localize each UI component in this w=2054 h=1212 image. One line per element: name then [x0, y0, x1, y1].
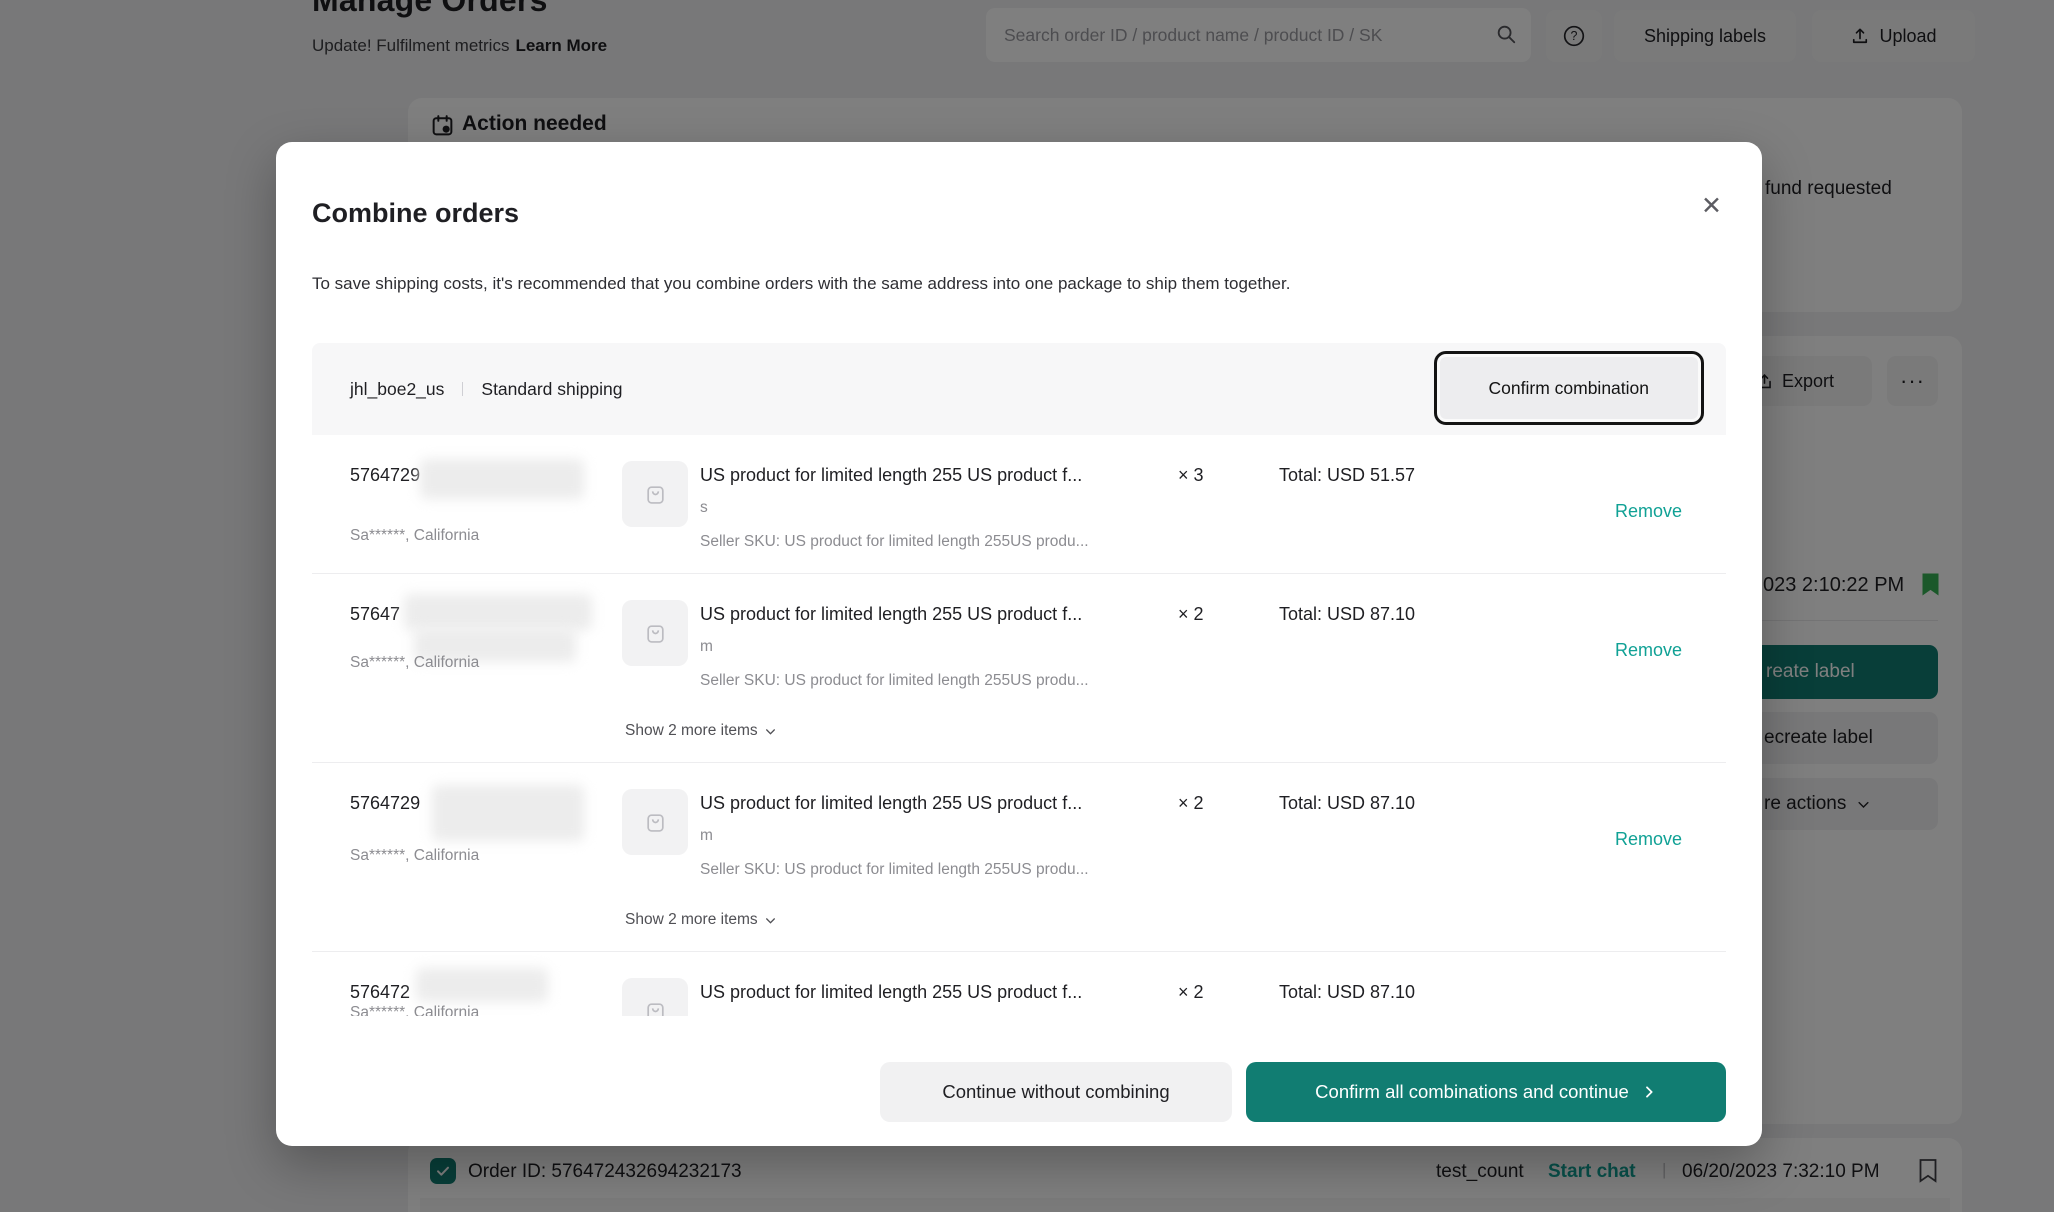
bag-icon	[642, 998, 669, 1017]
bag-icon	[642, 809, 669, 836]
divider	[462, 382, 463, 396]
order-row: 57647 Sa******, California US product fo…	[312, 573, 1726, 762]
order-total: Total: USD 87.10	[1279, 793, 1415, 814]
screen: Manage Orders Update! Fulfilment metrics…	[0, 0, 2054, 1212]
combine-orders-modal: Combine orders ✕ To save shipping costs,…	[276, 142, 1762, 1146]
remove-order-link[interactable]: Remove	[1615, 501, 1682, 522]
confirm-all-combinations-button[interactable]: Confirm all combinations and continue	[1246, 1062, 1726, 1122]
product-sku: Seller SKU: US product for limited lengt…	[700, 861, 1089, 879]
redacted-order-id-blur	[416, 968, 548, 1002]
order-address: Sa******, California	[350, 527, 479, 545]
order-row: 5764729 Sa******, California US product …	[312, 435, 1726, 573]
chevron-down-icon	[764, 914, 777, 927]
group-header: jhl_boe2_us Standard shipping Confirm co…	[312, 343, 1726, 435]
remove-order-link[interactable]: Remove	[1615, 640, 1682, 661]
product-variant: m	[700, 638, 713, 656]
show-more-items-toggle[interactable]: Show 2 more items	[625, 911, 777, 929]
show-more-label: Show 2 more items	[625, 722, 758, 740]
product-quantity: × 2	[1178, 982, 1204, 1003]
order-total: Total: USD 87.10	[1279, 982, 1415, 1003]
order-id: 57647	[350, 604, 400, 625]
bag-icon	[642, 620, 669, 647]
combination-group: jhl_boe2_us Standard shipping Confirm co…	[312, 343, 1726, 1016]
modal-title: Combine orders	[312, 198, 519, 229]
bag-icon	[642, 481, 669, 508]
redacted-order-id-blur	[420, 459, 584, 499]
product-thumbnail	[622, 600, 688, 666]
product-thumbnail	[622, 461, 688, 527]
product-variant: m	[700, 827, 713, 845]
show-more-label: Show 2 more items	[625, 911, 758, 929]
order-id: 5764729	[350, 793, 420, 814]
redacted-order-id-blur	[404, 594, 592, 630]
product-sku: Seller SKU: US product for limited lengt…	[700, 672, 1089, 690]
order-total: Total: USD 87.10	[1279, 604, 1415, 625]
seller-name: jhl_boe2_us	[350, 379, 444, 400]
product-thumbnail	[622, 978, 688, 1016]
shipping-method: Standard shipping	[481, 379, 622, 400]
product-quantity: × 2	[1178, 793, 1204, 814]
order-rows: 5764729 Sa******, California US product …	[312, 435, 1726, 1016]
chevron-down-icon	[764, 725, 777, 738]
product-title: US product for limited length 255 US pro…	[700, 604, 1082, 625]
modal-description: To save shipping costs, it's recommended…	[312, 274, 1290, 294]
confirm-all-label: Confirm all combinations and continue	[1315, 1081, 1629, 1103]
order-id: 576472	[350, 982, 410, 1003]
product-title: US product for limited length 255 US pro…	[700, 793, 1082, 814]
order-address: Sa******, California	[350, 654, 479, 672]
show-more-items-toggle[interactable]: Show 2 more items	[625, 722, 777, 740]
remove-order-link[interactable]: Remove	[1615, 829, 1682, 850]
order-row: 5764729 Sa******, California US product …	[312, 762, 1726, 951]
product-title: US product for limited length 255 US pro…	[700, 465, 1082, 486]
product-variant: s	[700, 499, 708, 517]
chevron-right-icon	[1641, 1084, 1657, 1100]
order-row: 576472 Sa******, California US product f…	[312, 951, 1726, 1016]
product-quantity: × 2	[1178, 604, 1204, 625]
product-thumbnail	[622, 789, 688, 855]
order-id: 5764729	[350, 465, 420, 486]
close-icon[interactable]: ✕	[1701, 194, 1722, 219]
redacted-order-id-blur	[432, 785, 584, 841]
product-title: US product for limited length 255 US pro…	[700, 982, 1082, 1003]
order-address: Sa******, California	[350, 1004, 479, 1016]
confirm-combination-button[interactable]: Confirm combination	[1434, 351, 1704, 425]
continue-without-combining-button[interactable]: Continue without combining	[880, 1062, 1232, 1122]
order-address: Sa******, California	[350, 847, 479, 865]
product-quantity: × 3	[1178, 465, 1204, 486]
order-total: Total: USD 51.57	[1279, 465, 1415, 486]
product-sku: Seller SKU: US product for limited lengt…	[700, 533, 1089, 551]
